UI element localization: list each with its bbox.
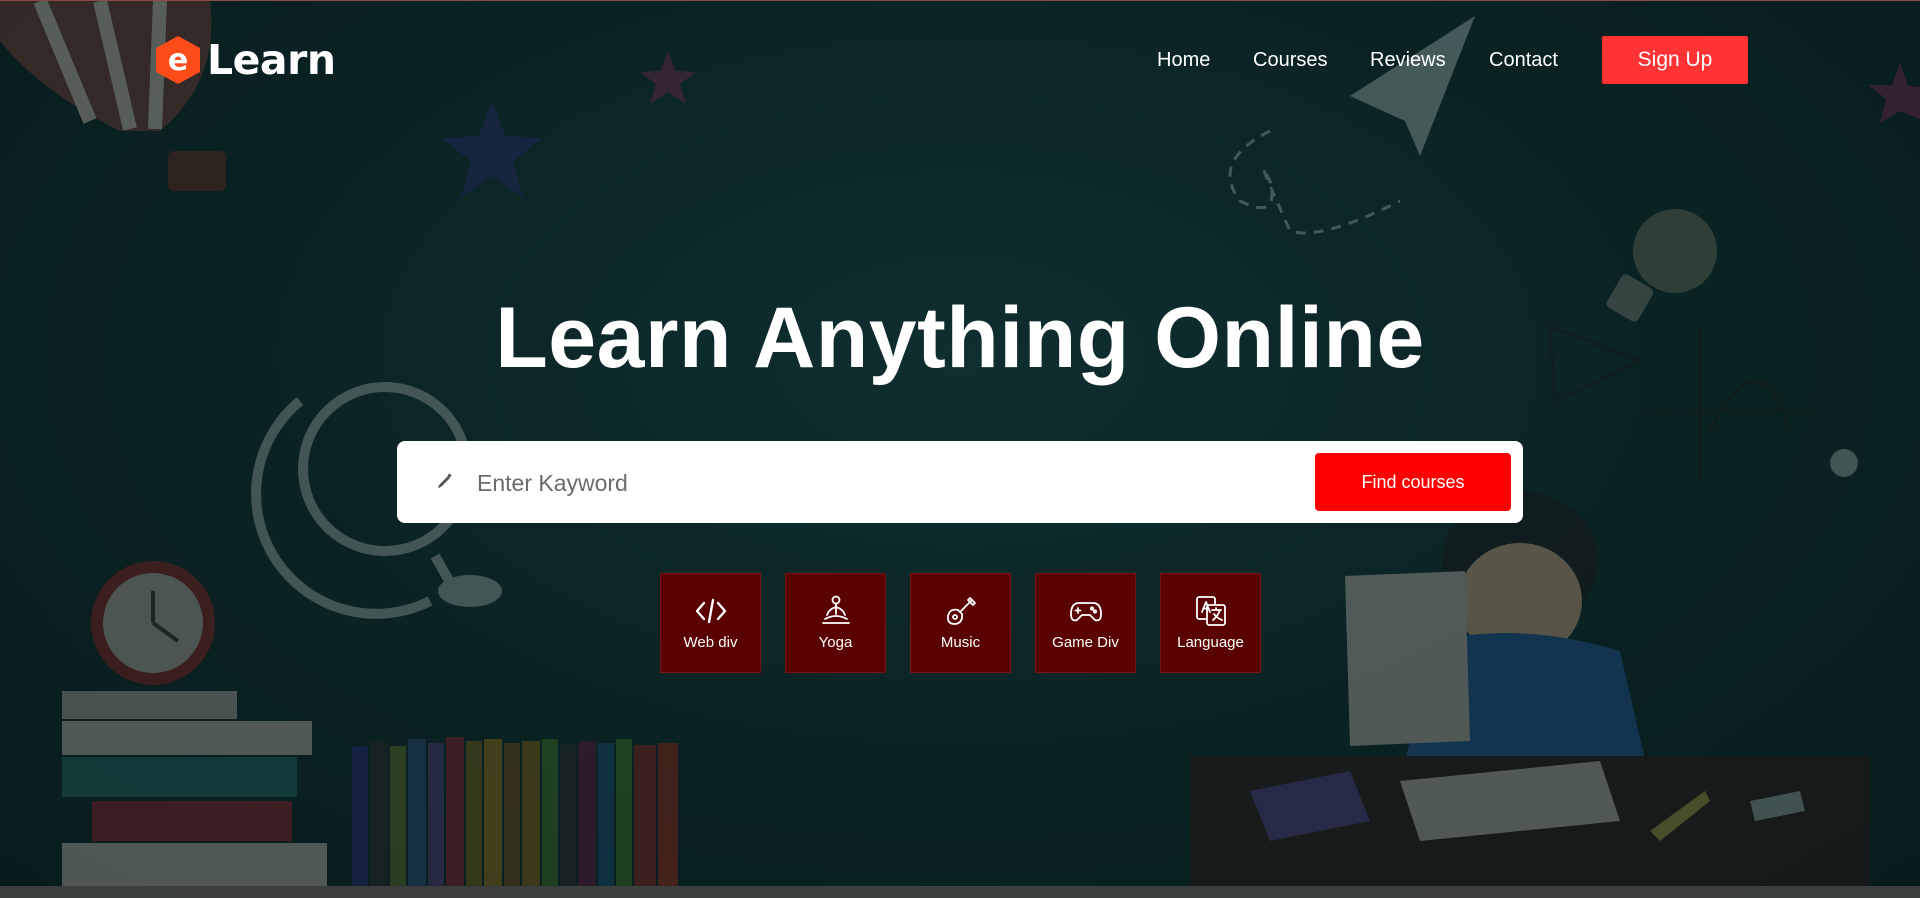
category-game-div[interactable]: Game Div (1035, 573, 1136, 673)
category-yoga[interactable]: Yoga (785, 573, 886, 673)
brand-logo[interactable]: e Learn (155, 35, 336, 85)
code-icon (694, 594, 728, 628)
logo-mark: e (168, 43, 188, 78)
category-music[interactable]: Music (910, 573, 1011, 673)
nav-courses-link[interactable]: Courses (1253, 49, 1327, 72)
translate-icon (1194, 594, 1228, 628)
hero-title: Learn Anything Online (495, 290, 1425, 386)
pencil-icon (435, 471, 455, 491)
category-web-div[interactable]: Web div (660, 573, 761, 673)
find-courses-button[interactable]: Find courses (1315, 453, 1511, 511)
guitar-icon (944, 594, 978, 628)
category-label: Language (1177, 634, 1244, 651)
sign-up-button[interactable]: Sign Up (1602, 36, 1748, 84)
page: e Learn Home Courses Reviews Contact Sig… (0, 0, 1920, 898)
gamepad-icon (1069, 594, 1103, 628)
logo-text: Learn (207, 36, 336, 84)
yoga-icon (819, 594, 853, 628)
category-label: Game Div (1052, 634, 1119, 651)
category-label: Music (940, 634, 981, 651)
logo-hexagon-icon: e (155, 35, 201, 85)
category-label: Yoga (818, 634, 853, 651)
site-header: e Learn Home Courses Reviews Contact Sig… (0, 1, 1920, 119)
keyword-search-input[interactable] (475, 457, 1379, 509)
category-list: Web div Yoga Music Game Div Language (660, 573, 1261, 673)
search-bar: Find courses (397, 441, 1523, 523)
nav-reviews-link[interactable]: Reviews (1370, 49, 1446, 72)
nav-contact-link[interactable]: Contact (1489, 49, 1558, 72)
category-label: Web div (683, 634, 738, 651)
nav-home-link[interactable]: Home (1157, 49, 1210, 72)
category-language[interactable]: Language (1160, 573, 1261, 673)
